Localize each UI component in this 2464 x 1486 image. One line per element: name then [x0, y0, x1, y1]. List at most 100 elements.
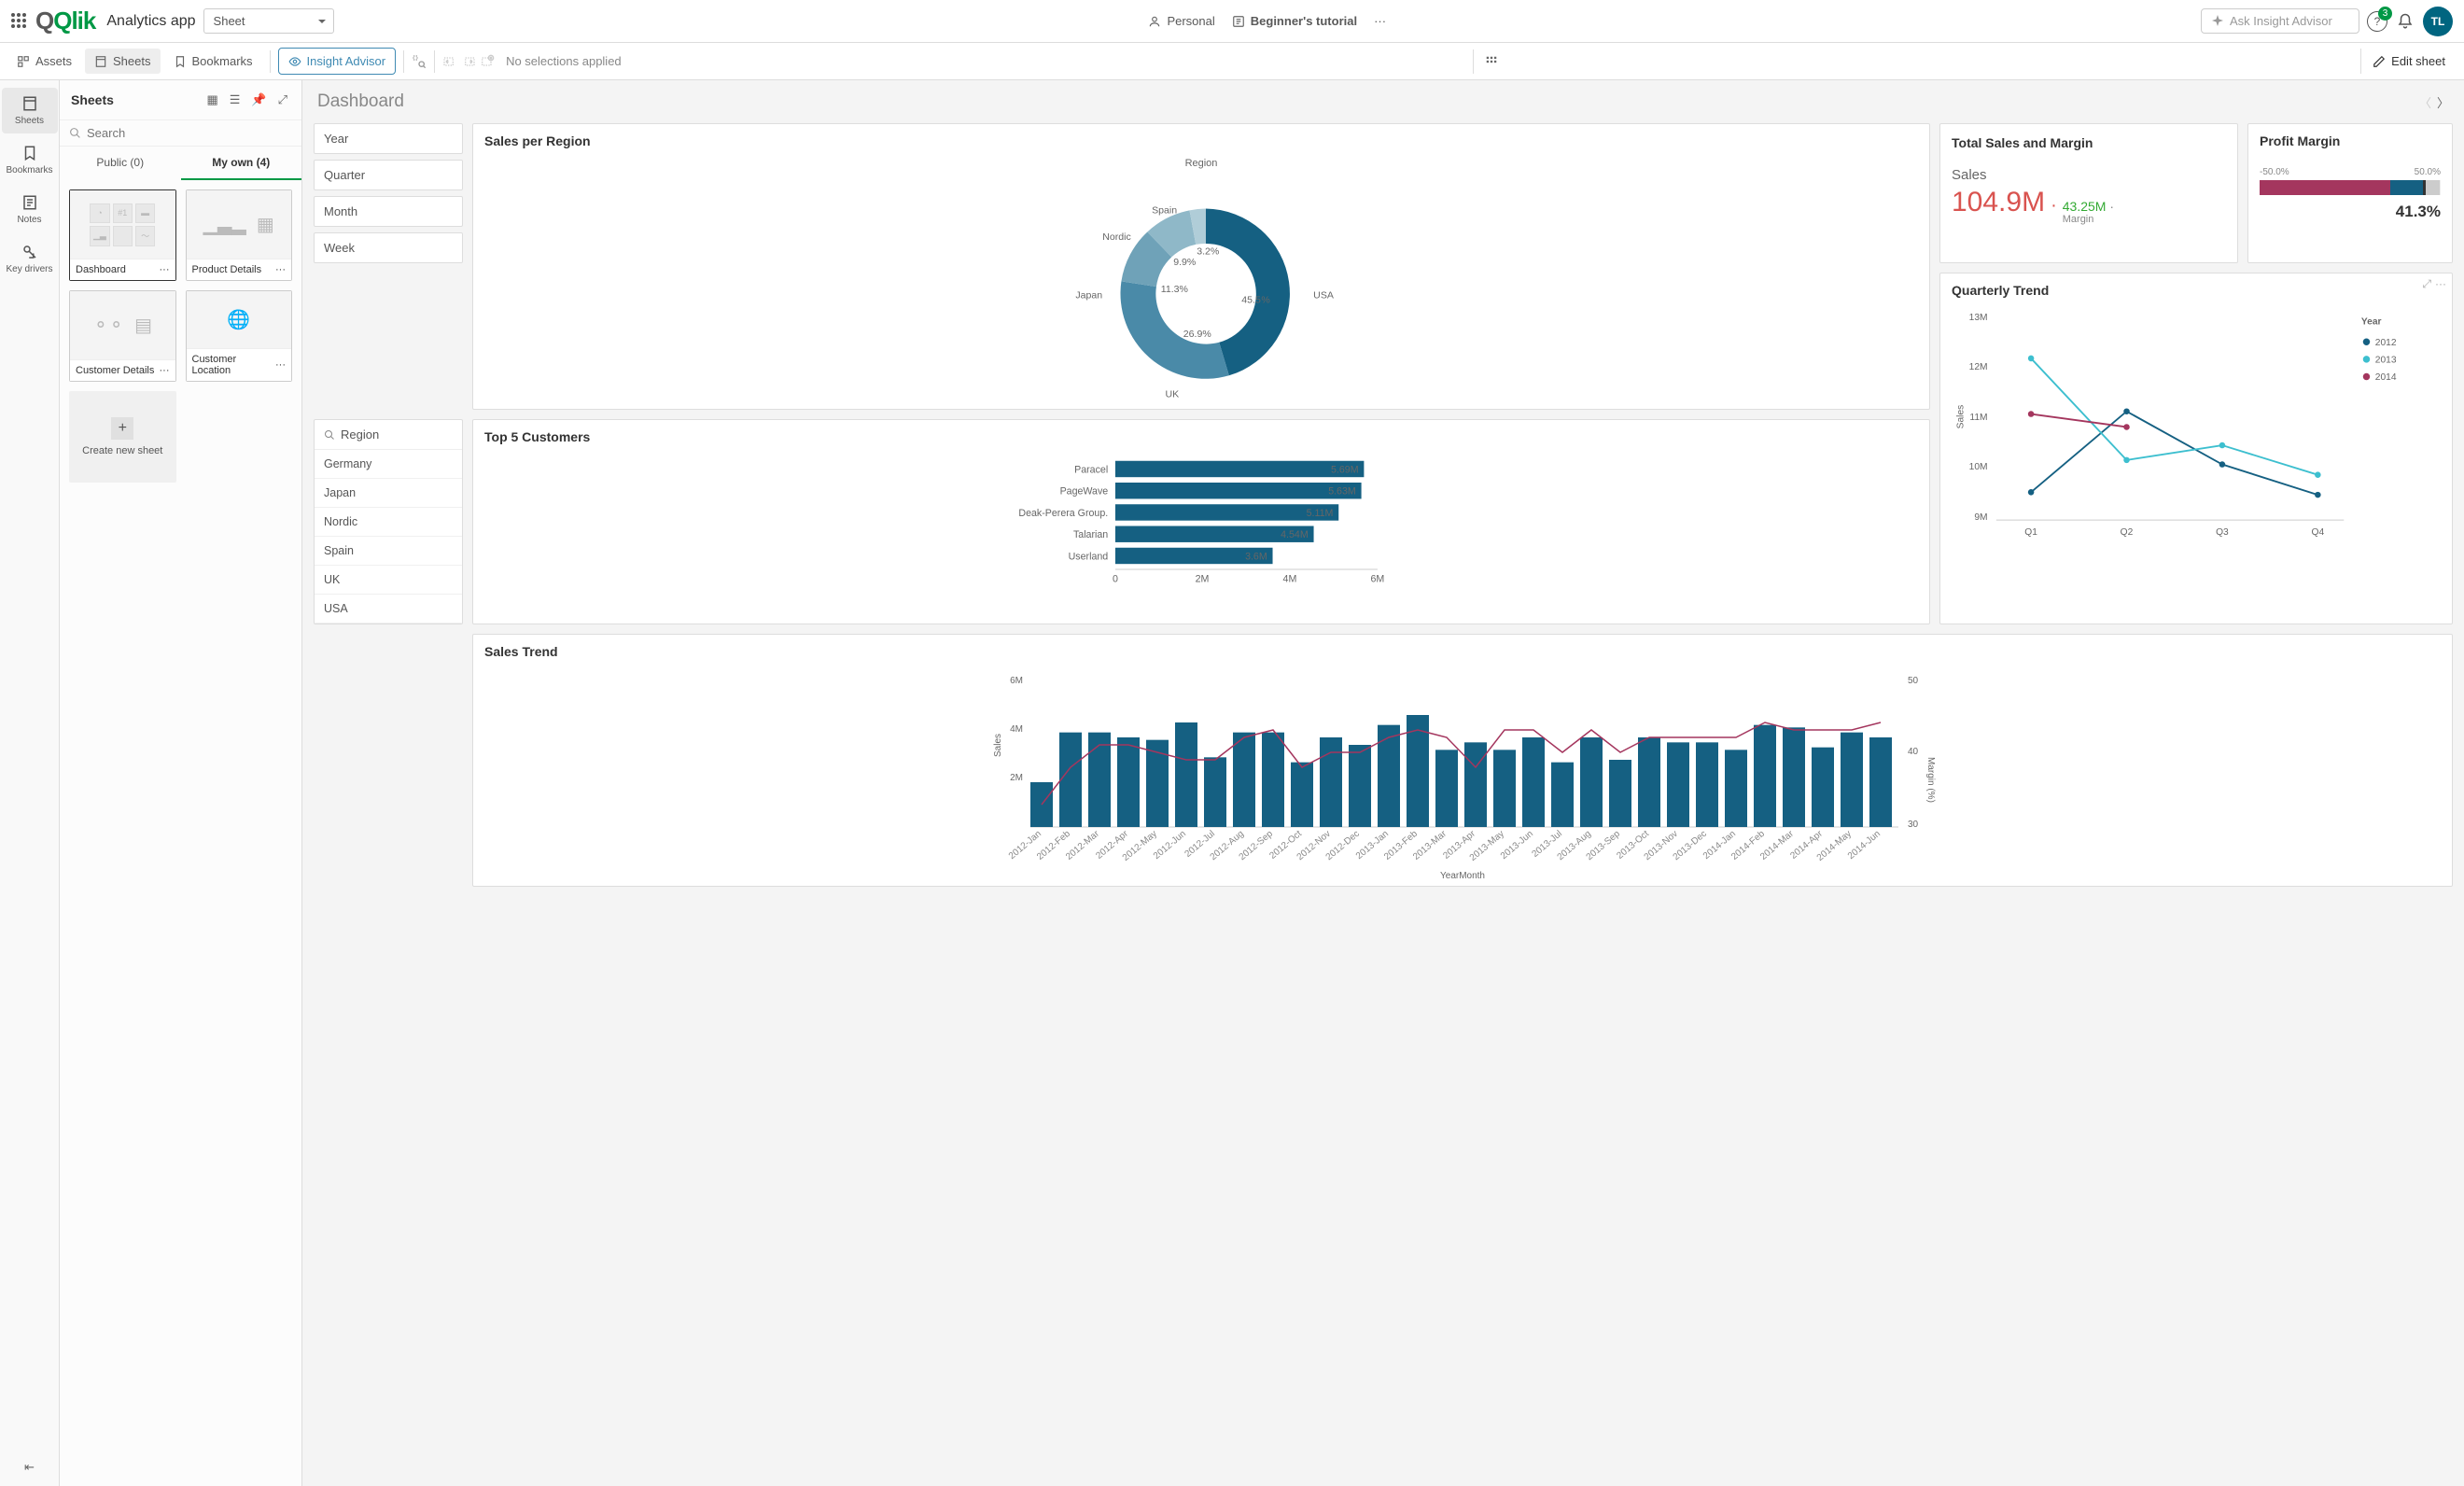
region-item[interactable]: Japan: [315, 479, 462, 508]
pin-icon[interactable]: 📌: [248, 90, 269, 110]
time-filters: Year Quarter Month Week: [314, 123, 463, 263]
edit-sheet-button[interactable]: Edit sheet: [2360, 49, 2457, 74]
sheet-dropdown[interactable]: Sheet: [203, 8, 334, 34]
svg-text:%: %: [1261, 294, 1270, 305]
svg-text:10M: 10M: [1969, 462, 1988, 472]
sheet-thumb-product[interactable]: ▁▃▂ ▦ Product Details···: [186, 189, 293, 281]
bookmarks-tab[interactable]: Bookmarks: [164, 49, 262, 74]
app-launcher-icon[interactable]: [11, 13, 28, 30]
svg-text:Sales: Sales: [993, 734, 1003, 757]
svg-text:4.54M: 4.54M: [1281, 529, 1309, 540]
ask-insight-input[interactable]: Ask Insight Advisor: [2201, 8, 2359, 34]
tutorial-link[interactable]: Beginner's tutorial: [1232, 14, 1357, 28]
sheet-thumb-customer-location[interactable]: 🌐 Customer Location···: [186, 290, 293, 382]
rail-keydrivers[interactable]: Key drivers: [2, 236, 58, 282]
region-item[interactable]: Spain: [315, 537, 462, 566]
collapse-rail-icon[interactable]: ⇤: [13, 1449, 46, 1486]
pill-year[interactable]: Year: [314, 123, 463, 154]
svg-text:4M: 4M: [1010, 724, 1023, 735]
smart-search-icon[interactable]: [412, 54, 427, 69]
list-view-icon[interactable]: ☰: [227, 90, 244, 110]
search-input[interactable]: [87, 126, 292, 140]
svg-text:5.63M: 5.63M: [1328, 486, 1356, 498]
pill-week[interactable]: Week: [314, 232, 463, 263]
prev-sheet-icon[interactable]: 〈: [2419, 93, 2431, 111]
region-item[interactable]: Germany: [315, 450, 462, 479]
search-icon: [324, 429, 335, 441]
svg-text:2M: 2M: [1010, 773, 1023, 783]
sheets-grid-icon[interactable]: [1485, 55, 1498, 68]
svg-text:30: 30: [1908, 820, 1919, 830]
svg-text:5.11M: 5.11M: [1307, 508, 1334, 519]
svg-text:2014-Jun: 2014-Jun: [1846, 829, 1883, 862]
step-fwd-icon[interactable]: [461, 54, 476, 69]
pill-quarter[interactable]: Quarter: [314, 160, 463, 190]
rail-notes[interactable]: Notes: [2, 187, 58, 232]
avatar[interactable]: TL: [2423, 7, 2453, 36]
help-icon[interactable]: ?3: [2367, 11, 2387, 32]
svg-text:12M: 12M: [1969, 362, 1988, 372]
region-item[interactable]: UK: [315, 566, 462, 595]
sheet-thumb-dashboard[interactable]: ◔#1▬▁▃〜 Dashboard···: [69, 189, 176, 281]
svg-text:2012-Jun: 2012-Jun: [1152, 829, 1188, 862]
thumb-more-icon[interactable]: ···: [275, 264, 286, 275]
sales-trend-chart[interactable]: Sales Trend Sales 6M 4M 2M 50 40 30: [472, 634, 2453, 887]
svg-text:45.5: 45.5: [1241, 294, 1261, 305]
thumb-more-icon[interactable]: ···: [160, 365, 170, 376]
assets-tab[interactable]: Assets: [7, 49, 81, 74]
svg-text:9M: 9M: [1974, 512, 1987, 523]
more-icon[interactable]: ···: [2435, 277, 2446, 291]
more-icon[interactable]: ···: [1374, 14, 1386, 28]
svg-text:6M: 6M: [1371, 574, 1385, 585]
svg-text:Q2: Q2: [2121, 527, 2134, 538]
svg-text:26.9%: 26.9%: [1183, 329, 1212, 340]
svg-text:5.69M: 5.69M: [1331, 464, 1359, 475]
thumb-more-icon[interactable]: ···: [160, 264, 170, 275]
sheet-thumb-customer-details[interactable]: ⚬⚬ ▤ Customer Details···: [69, 290, 176, 382]
profit-margin-chart[interactable]: Profit Margin -50.0%50.0% 41.3%: [2247, 123, 2453, 263]
thumb-more-icon[interactable]: ···: [275, 359, 286, 371]
app-name: Analytics app: [106, 13, 195, 30]
region-item[interactable]: Nordic: [315, 508, 462, 537]
rail-sheets[interactable]: Sheets: [2, 88, 58, 133]
sheets-search[interactable]: [60, 120, 301, 147]
grid-view-icon[interactable]: ▦: [203, 90, 220, 110]
tab-myown[interactable]: My own (4): [181, 147, 302, 180]
step-back-icon[interactable]: [442, 54, 457, 69]
svg-text:Userland: Userland: [1069, 551, 1109, 562]
svg-text:2014-Mar: 2014-Mar: [1758, 828, 1796, 862]
next-sheet-icon[interactable]: 〉: [2437, 93, 2449, 111]
insight-advisor-button[interactable]: Insight Advisor: [278, 48, 397, 75]
kpi-total-sales[interactable]: Total Sales and Margin Sales 104.9M · 43…: [1939, 123, 2238, 263]
page-title: Dashboard: [317, 91, 404, 112]
svg-text:4M: 4M: [1283, 574, 1297, 585]
svg-text:PageWave: PageWave: [1060, 486, 1109, 498]
svg-text:Q4: Q4: [2312, 527, 2325, 538]
region-item[interactable]: USA: [315, 595, 462, 624]
quarterly-trend-chart[interactable]: ⤢··· Quarterly Trend Sales 13M 12M 11M 1…: [1939, 273, 2453, 624]
expand-icon[interactable]: ⤢: [275, 90, 290, 110]
pill-month[interactable]: Month: [314, 196, 463, 227]
svg-text:Q3: Q3: [2216, 527, 2229, 538]
fullscreen-icon[interactable]: ⤢: [2422, 277, 2431, 291]
tab-public[interactable]: Public (0): [60, 147, 181, 180]
svg-text:Deak-Perera Group.: Deak-Perera Group.: [1018, 508, 1108, 519]
clear-sel-icon[interactable]: [480, 54, 495, 69]
svg-text:YearMonth: YearMonth: [1440, 871, 1485, 881]
svg-text:40: 40: [1908, 747, 1919, 757]
top5-customers-chart[interactable]: Top 5 Customers Paracel 5.69MPageWave 5.…: [472, 419, 1930, 624]
search-icon: [69, 127, 81, 139]
space-personal[interactable]: Personal: [1148, 14, 1214, 28]
svg-text:Paracel: Paracel: [1074, 464, 1108, 475]
sales-per-region-chart[interactable]: Sales per Region Region 45.5%: [472, 123, 1930, 410]
sheets-tab[interactable]: Sheets: [85, 49, 160, 74]
svg-text:11M: 11M: [1969, 413, 1987, 423]
plus-icon: +: [111, 417, 133, 440]
svg-text:2014: 2014: [2375, 372, 2397, 383]
rail-bookmarks[interactable]: Bookmarks: [2, 137, 58, 183]
svg-text:Spain: Spain: [1152, 204, 1177, 216]
svg-text:USA: USA: [1313, 290, 1335, 301]
create-sheet-button[interactable]: + Create new sheet: [69, 391, 176, 483]
svg-text:UK: UK: [1166, 388, 1180, 400]
bell-icon[interactable]: [2397, 13, 2414, 30]
